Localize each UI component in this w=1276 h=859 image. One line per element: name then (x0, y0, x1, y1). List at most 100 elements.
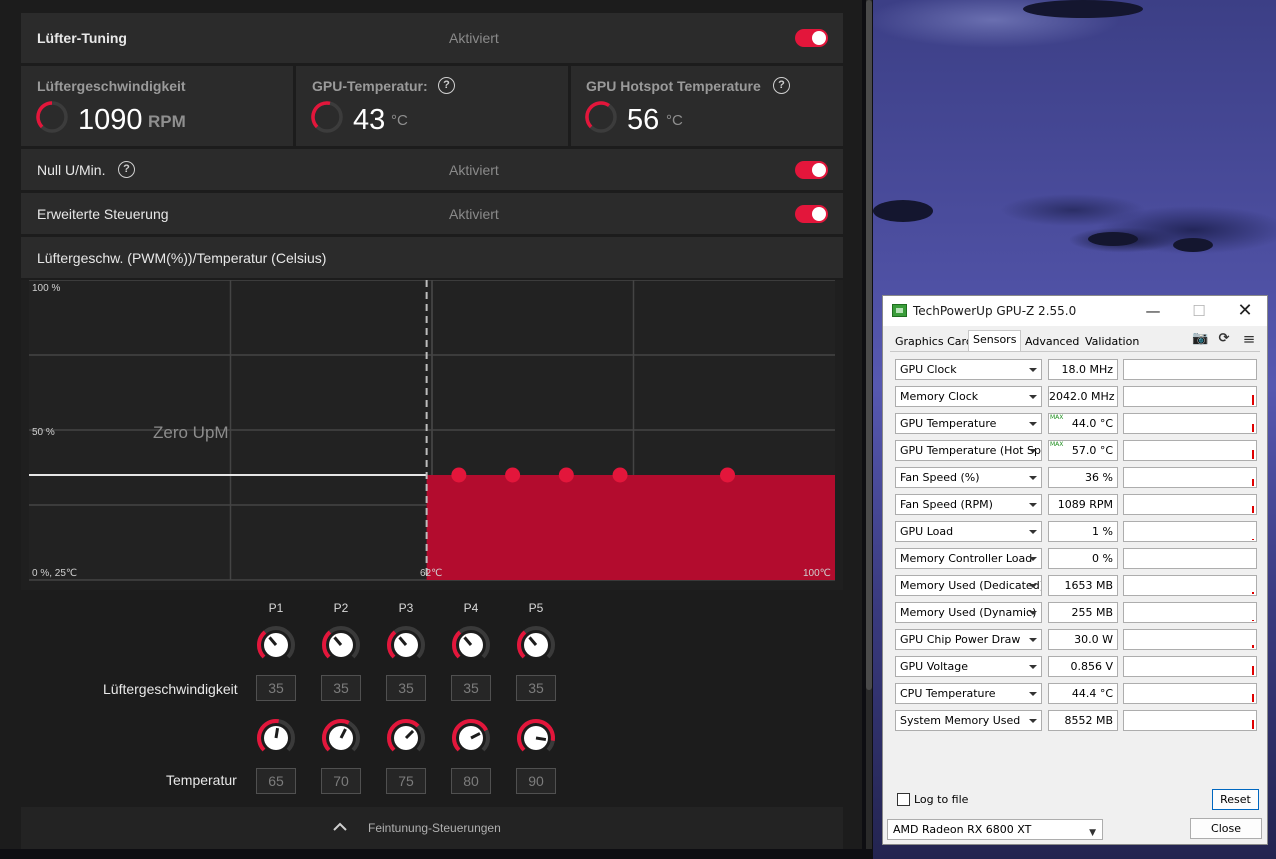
sensor-value: 0 % (1048, 548, 1118, 569)
amd-scrollbar-thumb[interactable] (866, 0, 872, 690)
curve-point-p3[interactable] (558, 467, 574, 483)
sensor-value-text: 255 MB (1071, 606, 1113, 619)
p5-temp-input[interactable]: 90 (516, 768, 556, 794)
sensor-name-dropdown[interactable]: Memory Controller Load (895, 548, 1042, 569)
temperature-knob-p2[interactable] (321, 718, 361, 758)
sensor-name-dropdown[interactable]: GPU Clock (895, 359, 1042, 380)
curve-point-p4[interactable] (612, 467, 628, 483)
sensor-row: GPU Load 1 % (895, 521, 1257, 542)
sensor-row: Fan Speed (RPM) 1089 RPM (895, 494, 1257, 515)
p5-fan-input[interactable]: 35 (516, 675, 556, 701)
close-window-button[interactable]: ✕ (1223, 300, 1267, 322)
point-label-p5: P5 (528, 601, 544, 615)
reset-button[interactable]: Reset (1212, 789, 1259, 810)
dropdown-arrow-icon (1029, 638, 1037, 642)
dropdown-arrow-icon (1029, 476, 1037, 480)
sensor-name: Memory Used (Dynamic) (900, 606, 1037, 619)
gpu-temp-help-icon[interactable]: ? (438, 77, 455, 94)
sensor-row: Fan Speed (%) 36 % (895, 467, 1257, 488)
zero-rpm-help-icon[interactable]: ? (118, 161, 135, 178)
p3-temp-input[interactable]: 75 (386, 768, 426, 794)
p3-fan-input[interactable]: 35 (386, 675, 426, 701)
sensor-graph-bar (1252, 479, 1254, 486)
gpu-select-value: AMD Radeon RX 6800 XT (893, 823, 1032, 836)
amd-scrollbar[interactable] (866, 0, 872, 849)
gpu-select[interactable]: AMD Radeon RX 6800 XT ▼ (887, 819, 1103, 840)
sensor-name-dropdown[interactable]: GPU Temperature (Hot Spot) (895, 440, 1042, 461)
sensor-graph-bar (1252, 506, 1254, 513)
fan-speed-knob-p1[interactable] (256, 625, 296, 665)
temperature-knob-p1[interactable] (256, 718, 296, 758)
sensor-graph (1123, 710, 1257, 731)
sensor-name-dropdown[interactable]: GPU Temperature (895, 413, 1042, 434)
curve-point-p5[interactable] (720, 467, 736, 483)
fan-tuning-status: Aktiviert (449, 30, 499, 46)
chevron-up-icon[interactable] (332, 821, 348, 833)
temperature-knob-p4[interactable] (451, 718, 491, 758)
sensor-value-text: 0 % (1092, 552, 1113, 565)
hotspot-temp-help-icon[interactable]: ? (773, 77, 790, 94)
fan-speed-label: Lüftergeschwindigkeit (37, 78, 186, 94)
advanced-control-label: Erweiterte Steuerung (37, 206, 169, 222)
sensor-name: Memory Controller Load (900, 552, 1033, 565)
sensor-name-dropdown[interactable]: System Memory Used (895, 710, 1042, 731)
fan-curve-svg[interactable] (21, 280, 843, 590)
sensor-name-dropdown[interactable]: GPU Voltage (895, 656, 1042, 677)
wallpaper-rock (1173, 238, 1213, 252)
tab-validation[interactable]: Validation (1081, 333, 1143, 352)
minimize-button[interactable]: — (1131, 300, 1175, 322)
sensor-value: 0.856 V (1048, 656, 1118, 677)
sensor-value-text: 18.0 MHz (1061, 363, 1113, 376)
sensor-name-dropdown[interactable]: Memory Clock (895, 386, 1042, 407)
fan-row-label: Lüftergeschwindigkeit (103, 681, 238, 697)
fan-speed-knob-p2[interactable] (321, 625, 361, 665)
zero-rpm-toggle[interactable] (795, 161, 828, 179)
point-label-p3: P3 (398, 601, 414, 615)
wallpaper-rock (873, 200, 933, 222)
sensor-name-dropdown[interactable]: GPU Load (895, 521, 1042, 542)
sensor-value: 1 % (1048, 521, 1118, 542)
sensor-name-dropdown[interactable]: Memory Used (Dynamic) (895, 602, 1042, 623)
sensor-name-dropdown[interactable]: Memory Used (Dedicated) (895, 575, 1042, 596)
tab-sensors[interactable]: Sensors (968, 330, 1022, 352)
point-label-p4: P4 (463, 601, 479, 615)
temperature-knob-p5[interactable] (516, 718, 556, 758)
fine-tuning-label: Feintunung-Steuerungen (368, 821, 501, 835)
p4-temp-input[interactable]: 80 (451, 768, 491, 794)
temperature-knob-p3[interactable] (386, 718, 426, 758)
chart-y-top-label: 100 % (32, 283, 61, 294)
sensor-graph-bar (1252, 694, 1254, 702)
fan-speed-knob-p5[interactable] (516, 625, 556, 665)
p2-temp-input[interactable]: 70 (321, 768, 361, 794)
sensor-name: GPU Chip Power Draw (900, 633, 1021, 646)
sensor-name-dropdown[interactable]: CPU Temperature (895, 683, 1042, 704)
p1-temp-input[interactable]: 65 (256, 768, 296, 794)
sensor-name-dropdown[interactable]: Fan Speed (%) (895, 467, 1042, 488)
sensor-name-dropdown[interactable]: GPU Chip Power Draw (895, 629, 1042, 650)
curve-point-p2[interactable] (505, 467, 521, 483)
tab-graphics-card[interactable]: Graphics Card (891, 333, 977, 352)
zero-rpm-status-cell: Aktiviert (433, 149, 843, 190)
hotspot-temp-gauge-icon (585, 101, 617, 133)
fan-tuning-toggle[interactable] (795, 29, 828, 47)
advanced-control-status: Aktiviert (449, 206, 499, 222)
menu-icon[interactable]: ≡ (1241, 332, 1257, 347)
sensor-name-dropdown[interactable]: Fan Speed (RPM) (895, 494, 1042, 515)
close-button[interactable]: Close (1190, 818, 1262, 839)
p2-fan-input[interactable]: 35 (321, 675, 361, 701)
hotspot-temp-label: GPU Hotspot Temperature (586, 78, 761, 94)
camera-icon[interactable]: 📷 (1192, 332, 1208, 346)
log-to-file-checkbox[interactable] (897, 793, 910, 806)
p4-fan-input[interactable]: 35 (451, 675, 491, 701)
fan-speed-knob-p4[interactable] (451, 625, 491, 665)
fan-speed-knob-p3[interactable] (386, 625, 426, 665)
gpuz-titlebar[interactable]: TechPowerUp GPU-Z 2.55.0 — ☐ ✕ (883, 296, 1267, 326)
fan-curve-chart[interactable]: 100 % 50 % 0 %, 25℃ 62℃ 100℃ Zero UpM (21, 280, 843, 590)
p1-fan-input[interactable]: 35 (256, 675, 296, 701)
curve-point-p1[interactable] (451, 467, 467, 483)
refresh-icon[interactable]: ⟳ (1216, 332, 1232, 346)
maximize-button[interactable]: ☐ (1177, 300, 1221, 322)
fine-tuning-bar[interactable]: Feintunung-Steuerungen (21, 807, 843, 849)
advanced-control-toggle[interactable] (795, 205, 828, 223)
tab-advanced[interactable]: Advanced (1021, 333, 1083, 352)
